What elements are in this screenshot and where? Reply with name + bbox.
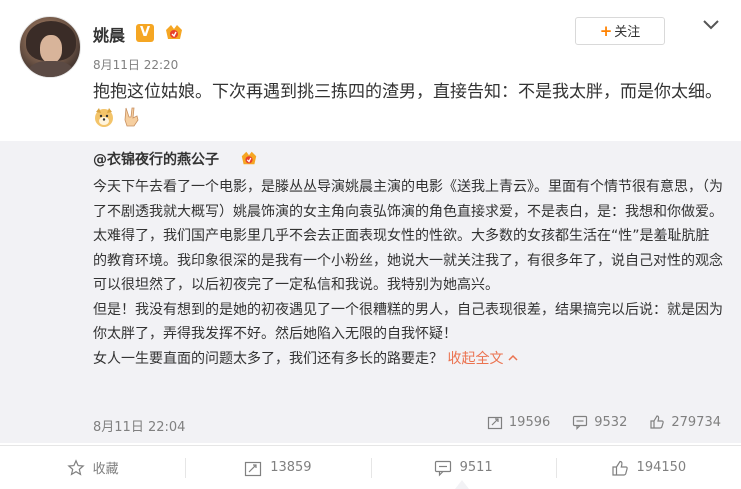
vip-member-icon[interactable] bbox=[163, 22, 185, 42]
repost-text: 今天下午去看了一个电影，是滕丛丛导演姚晨主演的电影《送我上青云》。里面有个情节很… bbox=[93, 175, 723, 371]
weibo-card: 姚晨 V 8月11日 22:20 + 关注 抱抱这位姑娘。下次再遇到挑三拣四的渣男… bbox=[0, 0, 741, 489]
follow-button[interactable]: + 关注 bbox=[575, 17, 665, 45]
avatar-body bbox=[28, 61, 74, 77]
plus-icon: + bbox=[599, 22, 613, 40]
active-tab-pointer bbox=[455, 480, 469, 489]
repost-icon bbox=[487, 416, 503, 430]
star-icon bbox=[66, 458, 85, 476]
emoji-row bbox=[93, 106, 142, 137]
repost-button[interactable]: 13859 bbox=[185, 446, 370, 489]
verified-v-icon[interactable]: V bbox=[136, 24, 154, 42]
avatar-face bbox=[40, 35, 62, 63]
repost-stats: 19596 9532 279734 bbox=[487, 414, 721, 430]
repost-like-count[interactable]: 279734 bbox=[649, 414, 721, 430]
comment-icon bbox=[573, 415, 588, 430]
chevron-down-icon[interactable] bbox=[702, 16, 720, 34]
like-count: 194150 bbox=[636, 460, 687, 475]
repost-repost-count[interactable]: 19596 bbox=[487, 414, 550, 430]
thumbs-up-icon bbox=[611, 460, 628, 476]
avatar[interactable] bbox=[19, 16, 81, 78]
post-text: 抱抱这位姑娘。下次再遇到挑三拣四的渣男，直接告知：不是我太胖，而是你太细。 bbox=[93, 78, 723, 137]
repost-icon bbox=[245, 461, 262, 476]
chevron-up-icon bbox=[508, 354, 518, 361]
action-bar: 收藏 13859 9511 194150 bbox=[0, 445, 741, 489]
repost-paragraph: 但是！我没有想到的是她的初夜遇见了一个很糟糕的男人，自己表现很差，结果搞完以后说… bbox=[93, 301, 723, 343]
favorite-button[interactable]: 收藏 bbox=[0, 446, 185, 489]
like-count-value: 279734 bbox=[671, 414, 721, 430]
vip-member-icon[interactable] bbox=[239, 149, 259, 167]
repost-count: 13859 bbox=[270, 460, 312, 475]
victory-hand-icon bbox=[125, 107, 139, 127]
like-button[interactable]: 194150 bbox=[555, 446, 741, 489]
repost-comment-count[interactable]: 9532 bbox=[572, 414, 627, 430]
post-time[interactable]: 8月11日 22:20 bbox=[93, 56, 178, 73]
collapse-full-text-link[interactable]: 收起全文 bbox=[447, 350, 518, 367]
repost-paragraph: 女人一生要直面的问题太多了，我们还有多长的路要走？ 收起全文 bbox=[93, 347, 723, 372]
collapse-label: 收起全文 bbox=[447, 350, 504, 367]
thumbs-up-icon bbox=[650, 415, 665, 429]
comment-count: 9511 bbox=[459, 460, 493, 475]
favorite-label: 收藏 bbox=[92, 462, 119, 477]
comment-icon bbox=[434, 460, 451, 476]
repost-count-value: 19596 bbox=[508, 414, 551, 430]
repost-block: @衣锦夜行的燕公子 今天下午去看了一个电影，是滕丛丛导演姚晨主演的电影《送我上青… bbox=[0, 141, 741, 443]
repost-author[interactable]: @衣锦夜行的燕公子 bbox=[93, 149, 219, 169]
repost-paragraph: 太难得了，我们国产电影里几乎不会去正面表现女性的性欲。大多数的女孩都生活在“性”… bbox=[93, 228, 723, 293]
repost-paragraph: 今天下午去看了一个电影，是滕丛丛导演姚晨主演的电影《送我上青云》。里面有个情节很… bbox=[93, 179, 723, 220]
follow-label: 关注 bbox=[614, 25, 641, 40]
author-name[interactable]: 姚晨 bbox=[93, 22, 125, 46]
doge-emoji-icon bbox=[95, 108, 113, 127]
repost-time[interactable]: 8月11日 22:04 bbox=[93, 416, 185, 435]
post-text-content: 抱抱这位姑娘。下次再遇到挑三拣四的渣男，直接告知：不是我太胖，而是你太细。 bbox=[93, 82, 722, 102]
comment-count-value: 9532 bbox=[594, 414, 628, 430]
repost-paragraph-text: 女人一生要直面的问题太多了，我们还有多长的路要走？ bbox=[93, 350, 443, 367]
